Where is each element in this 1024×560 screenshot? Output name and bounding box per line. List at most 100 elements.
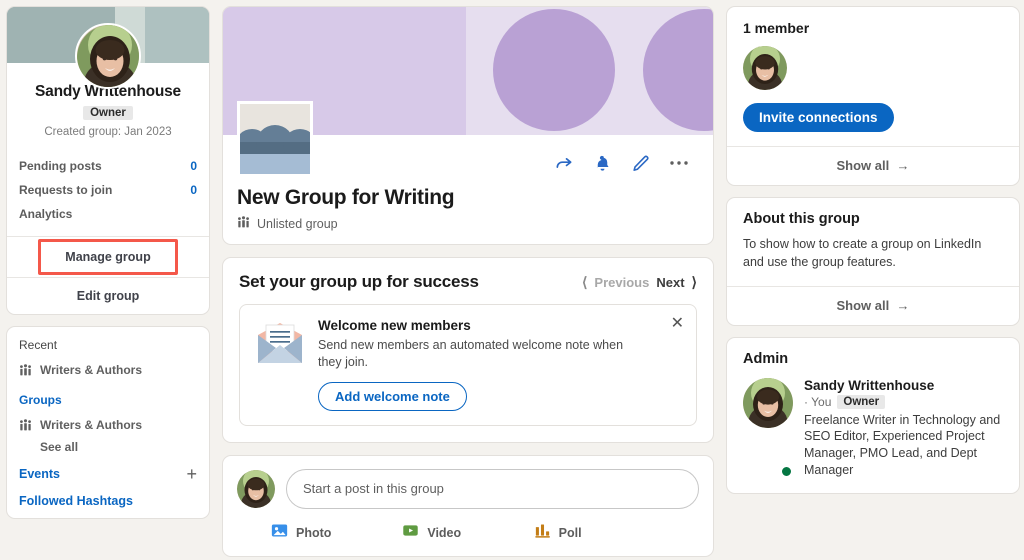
recent-item-writers-authors[interactable]: Writers & Authors <box>19 360 197 380</box>
poll-icon <box>534 522 551 544</box>
about-text: To show how to create a group on LinkedI… <box>743 237 982 269</box>
welcome-card-text: Welcome new members Send new members an … <box>318 318 638 411</box>
members-card: 1 member Invite connections Show all → <box>726 6 1020 186</box>
more-options-icon[interactable] <box>669 160 689 166</box>
welcome-card-description: Send new members an automated welcome no… <box>318 338 624 369</box>
setup-title: Set your group up for success <box>239 272 479 291</box>
admin-card: Admin Sandy Writtenhouse · You Owner Fre… <box>726 336 1020 494</box>
composer-action-label: Photo <box>296 525 332 540</box>
group-privacy: Unlisted group <box>237 216 699 232</box>
group-icon <box>19 363 32 377</box>
show-all-label: Show all <box>836 297 890 313</box>
stat-value: 0 <box>190 159 197 173</box>
about-show-all[interactable]: Show all → <box>727 287 1019 325</box>
composer-actions: Photo Video Poll <box>237 509 699 544</box>
owner-badge: Owner <box>837 394 886 409</box>
add-photo-button[interactable]: Photo <box>271 522 402 544</box>
carousel-pager: ⟨ Previous Next ⟩ <box>582 274 697 291</box>
nav-item-label: Writers & Authors <box>40 418 143 432</box>
admin-headline: Freelance Writer in Technology and SEO E… <box>804 412 1001 478</box>
profile-cover-photo <box>7 7 209 89</box>
nav-item-label: Writers & Authors <box>40 363 143 377</box>
stat-value: 0 <box>190 183 197 197</box>
about-body: About this group To show how to create a… <box>727 198 1019 286</box>
avatar-image <box>743 377 793 428</box>
invite-connections-button[interactable]: Invite connections <box>743 103 894 132</box>
bell-icon[interactable] <box>593 154 612 173</box>
group-header-card: New Group for Writing Unlisted group <box>222 6 714 245</box>
left-sidebar: Sandy Writtenhouse Owner Created group: … <box>6 6 210 560</box>
composer-action-label: Poll <box>558 525 582 540</box>
plus-icon[interactable]: + <box>186 465 197 483</box>
followed-hashtags-label: Followed Hashtags <box>19 494 133 508</box>
page-title: New Group for Writing <box>237 186 455 209</box>
groups-see-all[interactable]: See all <box>19 435 197 454</box>
group-header-body: New Group for Writing Unlisted group <box>223 101 713 244</box>
followed-hashtags-row[interactable]: Followed Hashtags <box>19 494 197 508</box>
post-composer-card: Start a post in this group Photo Video P… <box>222 454 714 557</box>
events-label: Events <box>19 467 60 481</box>
main-content: New Group for Writing Unlisted group Set… <box>222 6 714 560</box>
members-body: 1 member Invite connections <box>727 7 1019 146</box>
events-row[interactable]: Events + <box>19 465 197 483</box>
stat-label: Requests to join <box>19 183 113 197</box>
stat-analytics[interactable]: Analytics <box>19 202 197 226</box>
groups-item-writers-authors[interactable]: Writers & Authors <box>19 415 197 435</box>
composer-avatar[interactable] <box>237 469 275 508</box>
group-icon <box>237 216 250 232</box>
about-title: About this group <box>743 211 860 227</box>
admin-person-row: Sandy Writtenhouse · You Owner Freelance… <box>743 377 1003 480</box>
profile-card: Sandy Writtenhouse Owner Created group: … <box>6 6 210 315</box>
member-avatar[interactable] <box>743 46 787 90</box>
stat-pending-posts[interactable]: Pending posts 0 <box>19 154 197 178</box>
member-count: 1 member <box>743 20 810 36</box>
video-icon <box>402 522 419 544</box>
envelope-icon <box>254 318 306 411</box>
admin-details: Sandy Writtenhouse · You Owner Freelance… <box>804 378 1003 480</box>
linkedin-group-page: Sandy Writtenhouse Owner Created group: … <box>0 0 1024 560</box>
avatar-image <box>743 46 787 90</box>
banner-circle-1 <box>493 9 615 131</box>
create-poll-button[interactable]: Poll <box>534 522 665 544</box>
next-button[interactable]: Next <box>656 275 684 290</box>
manage-group-wrap: Manage group <box>7 237 209 277</box>
pencil-icon[interactable] <box>631 154 650 173</box>
composer-action-label: Video <box>427 525 462 540</box>
stat-requests-to-join[interactable]: Requests to join 0 <box>19 178 197 202</box>
welcome-new-members-card: Welcome new members Send new members an … <box>239 304 697 426</box>
manage-group-button[interactable]: Manage group <box>7 239 209 275</box>
group-icon <box>19 418 32 432</box>
created-group-text: Created group: Jan 2023 <box>44 126 172 138</box>
edit-group-button[interactable]: Edit group <box>7 278 209 314</box>
cover-patch-right <box>145 7 209 63</box>
welcome-card-title: Welcome new members <box>318 318 471 333</box>
show-all-label: Show all <box>836 158 890 173</box>
arrow-right-icon: → <box>892 158 910 173</box>
close-icon[interactable]: ✕ <box>671 316 684 332</box>
stats-list: Pending posts 0 Requests to join 0 Analy… <box>7 150 209 236</box>
stat-label: Pending posts <box>19 159 102 173</box>
group-logo-image <box>240 104 310 174</box>
share-icon[interactable] <box>554 153 574 173</box>
previous-button[interactable]: Previous <box>594 275 649 290</box>
stat-label: Analytics <box>19 207 73 221</box>
members-show-all[interactable]: Show all → <box>727 147 1019 185</box>
chevron-right-icon[interactable]: ⟩ <box>692 274 697 291</box>
owner-badge: Owner <box>83 106 133 120</box>
add-video-button[interactable]: Video <box>402 522 533 544</box>
admin-name: Sandy Writtenhouse <box>804 377 935 393</box>
group-logo <box>237 101 313 177</box>
setup-success-card: Set your group up for success ⟨ Previous… <box>222 257 714 443</box>
admin-meta: · You Owner <box>804 394 1003 409</box>
online-status-indicator <box>780 465 793 478</box>
add-welcome-note-button[interactable]: Add welcome note <box>318 381 467 411</box>
groups-label[interactable]: Groups <box>19 393 197 407</box>
avatar-image <box>237 469 275 508</box>
admin-title: Admin <box>743 350 789 367</box>
avatar[interactable] <box>75 23 141 89</box>
post-input[interactable]: Start a post in this group <box>286 468 699 509</box>
admin-avatar[interactable] <box>743 377 793 428</box>
photo-icon <box>271 522 288 544</box>
admin-you-label: · You <box>804 394 832 409</box>
about-group-card: About this group To show how to create a… <box>726 197 1020 326</box>
